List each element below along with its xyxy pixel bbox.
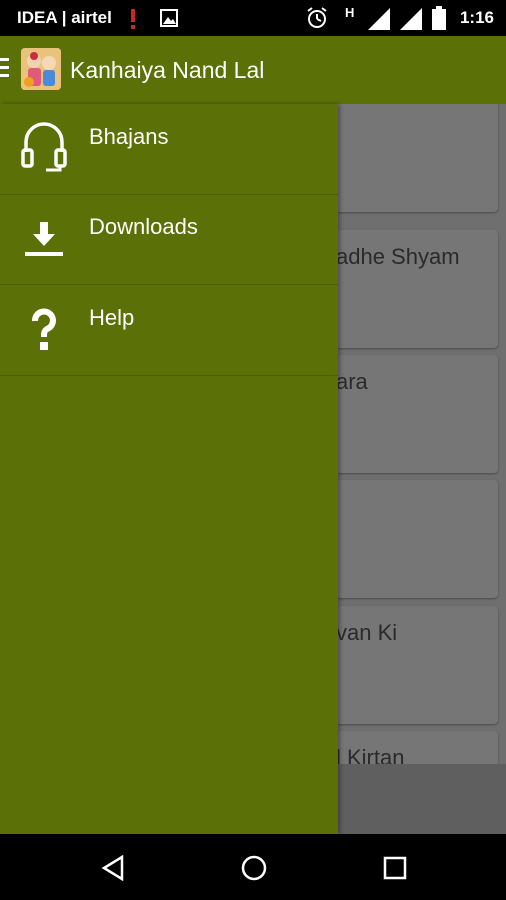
recents-icon[interactable] [382,854,408,882]
app-logo[interactable] [21,48,61,90]
list-item[interactable]: van Ki [336,606,498,724]
content-bottom-area [336,764,506,834]
list-item[interactable]: ara [336,355,498,473]
clock: 1:16 [459,8,494,27]
back-icon[interactable] [100,854,126,882]
signal-icon-2 [400,8,422,30]
alarm-icon [307,7,327,28]
carrier-name: IDEA | airtel [17,8,112,27]
image-icon [160,9,178,27]
app-bar: Kanhaiya Nand Lal [0,36,506,104]
navigation-drawer: Bhajans Downloads Help [0,104,338,834]
signal-alert-icon [131,9,135,29]
drawer-item-downloads[interactable]: Downloads [0,194,338,285]
status-bar: IDEA | airtel H 1:16 [0,0,506,36]
drawer-item-label: Bhajans [89,124,169,149]
network-type: H [345,5,355,20]
drawer-item-label: Downloads [89,214,198,239]
drawer-item-help[interactable]: Help [0,285,338,376]
battery-icon [432,6,446,30]
drawer-item-label: Help [89,305,135,330]
headphones-icon [21,122,67,172]
list-item[interactable] [336,104,498,212]
list-item[interactable]: adhe Shyam [336,230,498,348]
hamburger-icon[interactable] [0,58,9,80]
question-icon [32,308,56,350]
download-icon [25,222,63,256]
krishna-image [21,48,61,90]
home-icon[interactable] [240,854,268,882]
navigation-bar [0,834,506,900]
list-item[interactable] [336,480,498,598]
signal-icon [368,8,390,30]
drawer-item-bhajans[interactable]: Bhajans [0,104,338,195]
app-title: Kanhaiya Nand Lal [70,57,265,83]
